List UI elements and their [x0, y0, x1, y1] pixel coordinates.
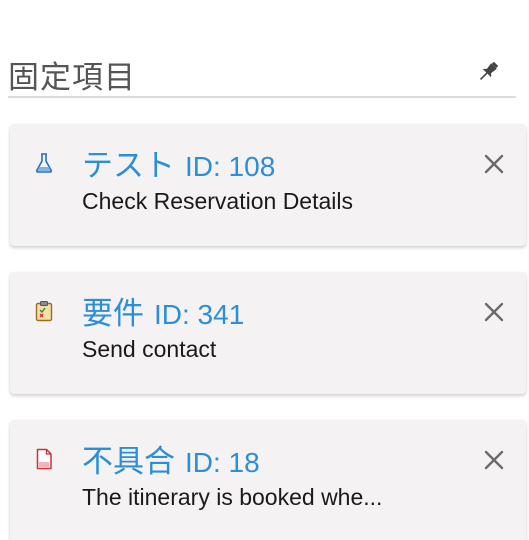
item-type-label: 要件 [82, 296, 144, 332]
item-id: ID: 341 [154, 299, 245, 330]
close-icon[interactable] [480, 446, 508, 474]
pinned-items-panel: 固定項目 テスト ID: 108 Check Reservation Detail… [0, 0, 529, 540]
pinned-item-card[interactable]: 要件 ID: 341 Send contact [10, 272, 526, 394]
item-type-label: 不具合 [82, 444, 175, 480]
pin-icon[interactable] [476, 58, 502, 84]
item-description: The itinerary is booked whe... [82, 484, 383, 510]
close-icon[interactable] [480, 150, 508, 178]
pinned-item-card[interactable]: テスト ID: 108 Check Reservation Details [10, 124, 526, 246]
item-title-link[interactable]: 要件 ID: 341 [82, 288, 244, 333]
flask-icon [35, 153, 53, 173]
item-description: Check Reservation Details [82, 188, 354, 214]
pinned-item-card[interactable]: 不具合 ID: 18 The itinerary is booked whe... [10, 420, 526, 540]
item-id: ID: 108 [185, 151, 276, 182]
clipboard-icon [35, 301, 53, 322]
item-title-link[interactable]: テスト ID: 108 [82, 140, 275, 185]
item-id: ID: 18 [185, 447, 260, 478]
panel-title: 固定項目 [8, 60, 136, 96]
panel-header: 固定項目 [8, 48, 516, 98]
item-title-link[interactable]: 不具合 ID: 18 [82, 436, 260, 481]
document-bug-icon [36, 448, 52, 470]
item-type-label: テスト [82, 148, 175, 184]
item-description: Send contact [82, 336, 217, 362]
close-icon[interactable] [480, 298, 508, 326]
